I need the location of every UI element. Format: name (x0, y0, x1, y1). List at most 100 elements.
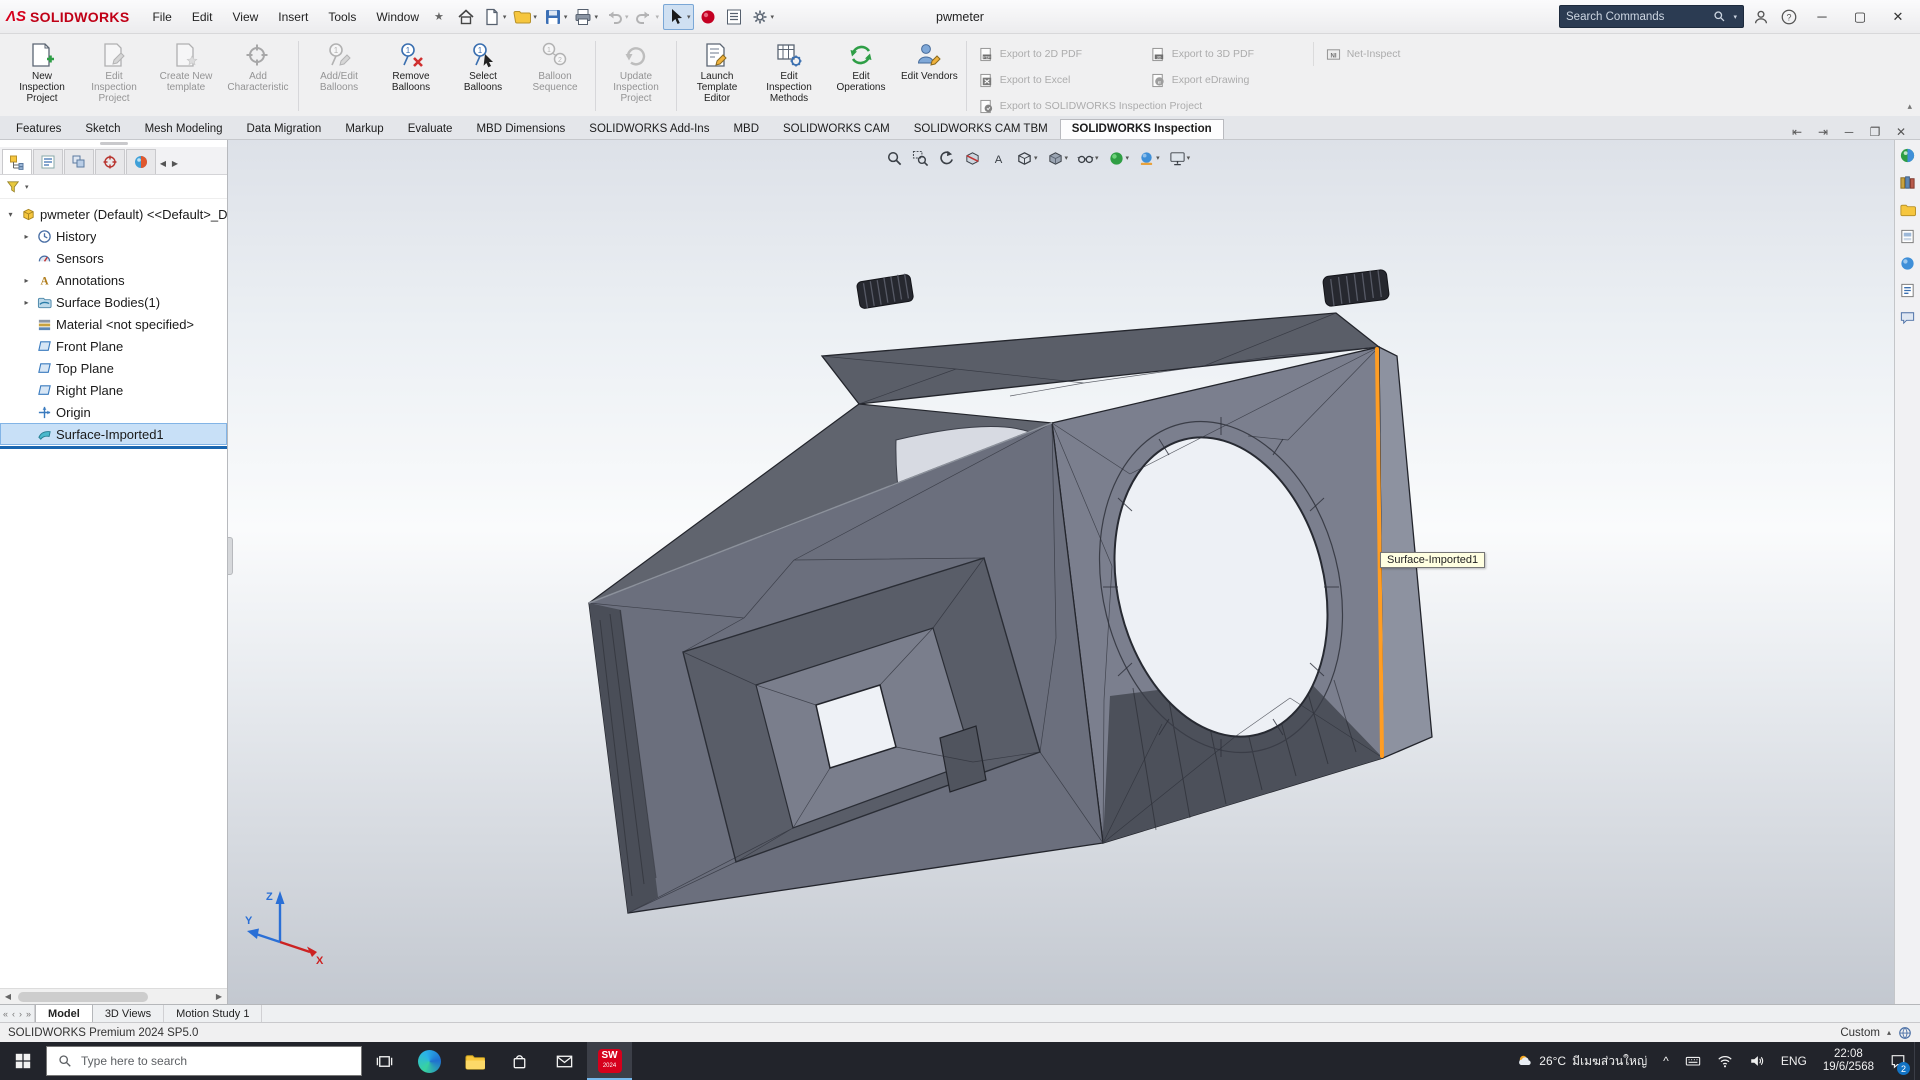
chevron-down-icon[interactable]: ▾ (25, 183, 29, 191)
view-orientation-button[interactable]: ▾ (1013, 146, 1041, 170)
menu-edit[interactable]: Edit (183, 6, 222, 28)
menu-view[interactable]: View (224, 6, 268, 28)
export-3d-pdf-button[interactable]: 3D Export to 3D PDF (1151, 42, 1291, 66)
knurled-knob-right[interactable] (1322, 269, 1389, 307)
filter-funnel-icon[interactable] (6, 180, 20, 194)
help-icon[interactable]: ? (1778, 6, 1800, 28)
dock-right-icon[interactable]: ⇥ (1814, 125, 1832, 139)
chevron-down-icon[interactable]: ▾ (503, 13, 507, 21)
panel-tab-scroll-left-icon[interactable]: ◀ (157, 159, 169, 168)
tree-item-front-plane[interactable]: Front Plane (0, 335, 227, 357)
tab-next-icon[interactable]: › (19, 1009, 22, 1019)
zoom-area-button[interactable] (909, 146, 932, 170)
edge-browser-button[interactable] (407, 1042, 452, 1080)
ribbon-collapse-chevron[interactable]: ▴ (1907, 101, 1912, 112)
tree-item-annotations[interactable]: ▸ A Annotations (0, 269, 227, 291)
microsoft-store-button[interactable] (497, 1042, 542, 1080)
view-settings-button[interactable]: ▾ (1166, 146, 1194, 170)
options-button[interactable]: ▾ (748, 4, 777, 30)
dynamic-annotation-button[interactable]: A (987, 146, 1010, 170)
minimize-button[interactable]: ─ (1806, 4, 1838, 30)
tab-solidworks-add-ins[interactable]: SOLIDWORKS Add-Ins (577, 119, 721, 139)
chevron-down-icon[interactable]: ▾ (533, 13, 537, 21)
network-icon[interactable] (1709, 1042, 1741, 1080)
tree-horizontal-scrollbar[interactable]: ◀ ▶ (0, 988, 227, 1004)
section-view-button[interactable] (961, 146, 984, 170)
menu-pin-icon[interactable]: ★ (434, 10, 444, 23)
graphics-area[interactable]: A ▾ ▾ ▾ ▾ ▾ ▾ Surface-Imported1 Z X Y (228, 140, 1920, 1004)
export-edrawing-button[interactable]: e Export eDrawing (1151, 68, 1291, 92)
tab-mbd-dimensions[interactable]: MBD Dimensions (464, 119, 577, 139)
print-button[interactable]: ▾ (571, 4, 600, 30)
doc-tab-3d-views[interactable]: 3D Views (93, 1005, 164, 1022)
menu-window[interactable]: Window (367, 6, 428, 28)
custom-properties-icon[interactable] (1898, 280, 1918, 300)
tree-item-history[interactable]: ▸ History (0, 225, 227, 247)
panel-tab-scroll-right-icon[interactable]: ▶ (169, 159, 181, 168)
rollback-bar[interactable] (0, 446, 227, 449)
scroll-left-icon[interactable]: ◀ (0, 992, 16, 1001)
tab-mbd[interactable]: MBD (721, 119, 771, 139)
tab-mesh-modeling[interactable]: Mesh Modeling (133, 119, 235, 139)
clock-widget[interactable]: 22:08 19/6/2568 (1815, 1042, 1882, 1080)
tab-evaluate[interactable]: Evaluate (396, 119, 465, 139)
tree-item-origin[interactable]: Origin (0, 401, 227, 423)
display-style-button[interactable]: ▾ (1044, 146, 1072, 170)
home-button[interactable] (454, 4, 478, 30)
search-icon[interactable] (1713, 10, 1726, 23)
menu-tools[interactable]: Tools (319, 6, 365, 28)
balloon-sequence-button[interactable]: 12 Balloon Sequence (519, 37, 591, 115)
expand-arrow-icon[interactable]: ▾ (5, 210, 16, 219)
panel-splitter-handle[interactable] (228, 537, 233, 575)
design-library-icon[interactable] (1898, 172, 1918, 192)
edit-inspection-project-button[interactable]: Edit Inspection Project (78, 37, 150, 115)
model-3d-view[interactable] (228, 140, 1920, 1004)
tab-solidworks-cam[interactable]: SOLIDWORKS CAM (771, 119, 902, 139)
task-view-button[interactable] (362, 1042, 407, 1080)
remove-balloons-button[interactable]: 1 Remove Balloons (375, 37, 447, 115)
knurled-knob-left[interactable] (856, 273, 914, 309)
solidworks-app-button[interactable]: SW2024 (587, 1042, 632, 1080)
chevron-down-icon[interactable]: ▾ (1065, 154, 1069, 162)
tab-markup[interactable]: Markup (333, 119, 395, 139)
chevron-down-icon[interactable]: ▾ (564, 13, 568, 21)
chevron-down-icon[interactable]: ▾ (655, 13, 659, 21)
edit-appearance-button[interactable]: ▾ (1105, 146, 1133, 170)
dock-left-icon[interactable]: ⇤ (1788, 125, 1806, 139)
scrollbar-thumb[interactable] (18, 992, 148, 1002)
weather-widget[interactable]: 26°C มีเมฆส่วนใหญ่ (1509, 1042, 1655, 1080)
scroll-right-icon[interactable]: ▶ (211, 992, 227, 1001)
dimxpertmanager-tab[interactable] (95, 149, 125, 174)
featuremanager-tab[interactable] (2, 149, 32, 174)
add-characteristic-button[interactable]: Add Characteristic (222, 37, 294, 115)
tab-solidworks-inspection[interactable]: SOLIDWORKS Inspection (1060, 119, 1224, 139)
new-document-button[interactable]: ▾ (480, 4, 509, 30)
tab-solidworks-cam-tbm[interactable]: SOLIDWORKS CAM TBM (902, 119, 1060, 139)
hidden-icons-chevron[interactable]: ^ (1655, 1042, 1677, 1080)
chevron-down-icon[interactable]: ▾ (1156, 154, 1160, 162)
tree-item-top-plane[interactable]: Top Plane (0, 357, 227, 379)
expand-arrow-icon[interactable]: ▸ (21, 276, 32, 285)
save-button[interactable]: ▾ (541, 4, 570, 30)
touch-keyboard-icon[interactable] (1677, 1042, 1709, 1080)
create-new-template-button[interactable]: Create New template (150, 37, 222, 115)
show-desktop-button[interactable] (1914, 1042, 1920, 1080)
add-edit-balloons-button[interactable]: 1 Add/Edit Balloons (303, 37, 375, 115)
appearances-scenes-icon[interactable] (1898, 253, 1918, 273)
chevron-up-icon[interactable]: ▴ (1887, 1028, 1891, 1037)
volume-icon[interactable] (1741, 1042, 1773, 1080)
launch-template-editor-button[interactable]: Launch Template Editor (681, 37, 753, 115)
tab-last-icon[interactable]: » (26, 1009, 31, 1019)
select-tool-button[interactable]: ▾ (663, 4, 694, 30)
tree-item-right-plane[interactable]: Right Plane (0, 379, 227, 401)
menu-file[interactable]: File (143, 6, 180, 28)
previous-view-button[interactable] (935, 146, 958, 170)
doc-minimize-icon[interactable]: ─ (1840, 125, 1858, 139)
command-search-box[interactable]: Search Commands ▾ (1559, 5, 1744, 28)
display-state-dropdown[interactable]: Custom (1840, 1027, 1880, 1039)
action-center-button[interactable]: 2 (1882, 1042, 1914, 1080)
edit-vendors-button[interactable]: Edit Vendors (897, 37, 962, 115)
chevron-down-icon[interactable]: ▾ (687, 13, 691, 21)
scrollbar-track[interactable] (16, 991, 211, 1003)
panel-grip[interactable] (0, 140, 227, 147)
